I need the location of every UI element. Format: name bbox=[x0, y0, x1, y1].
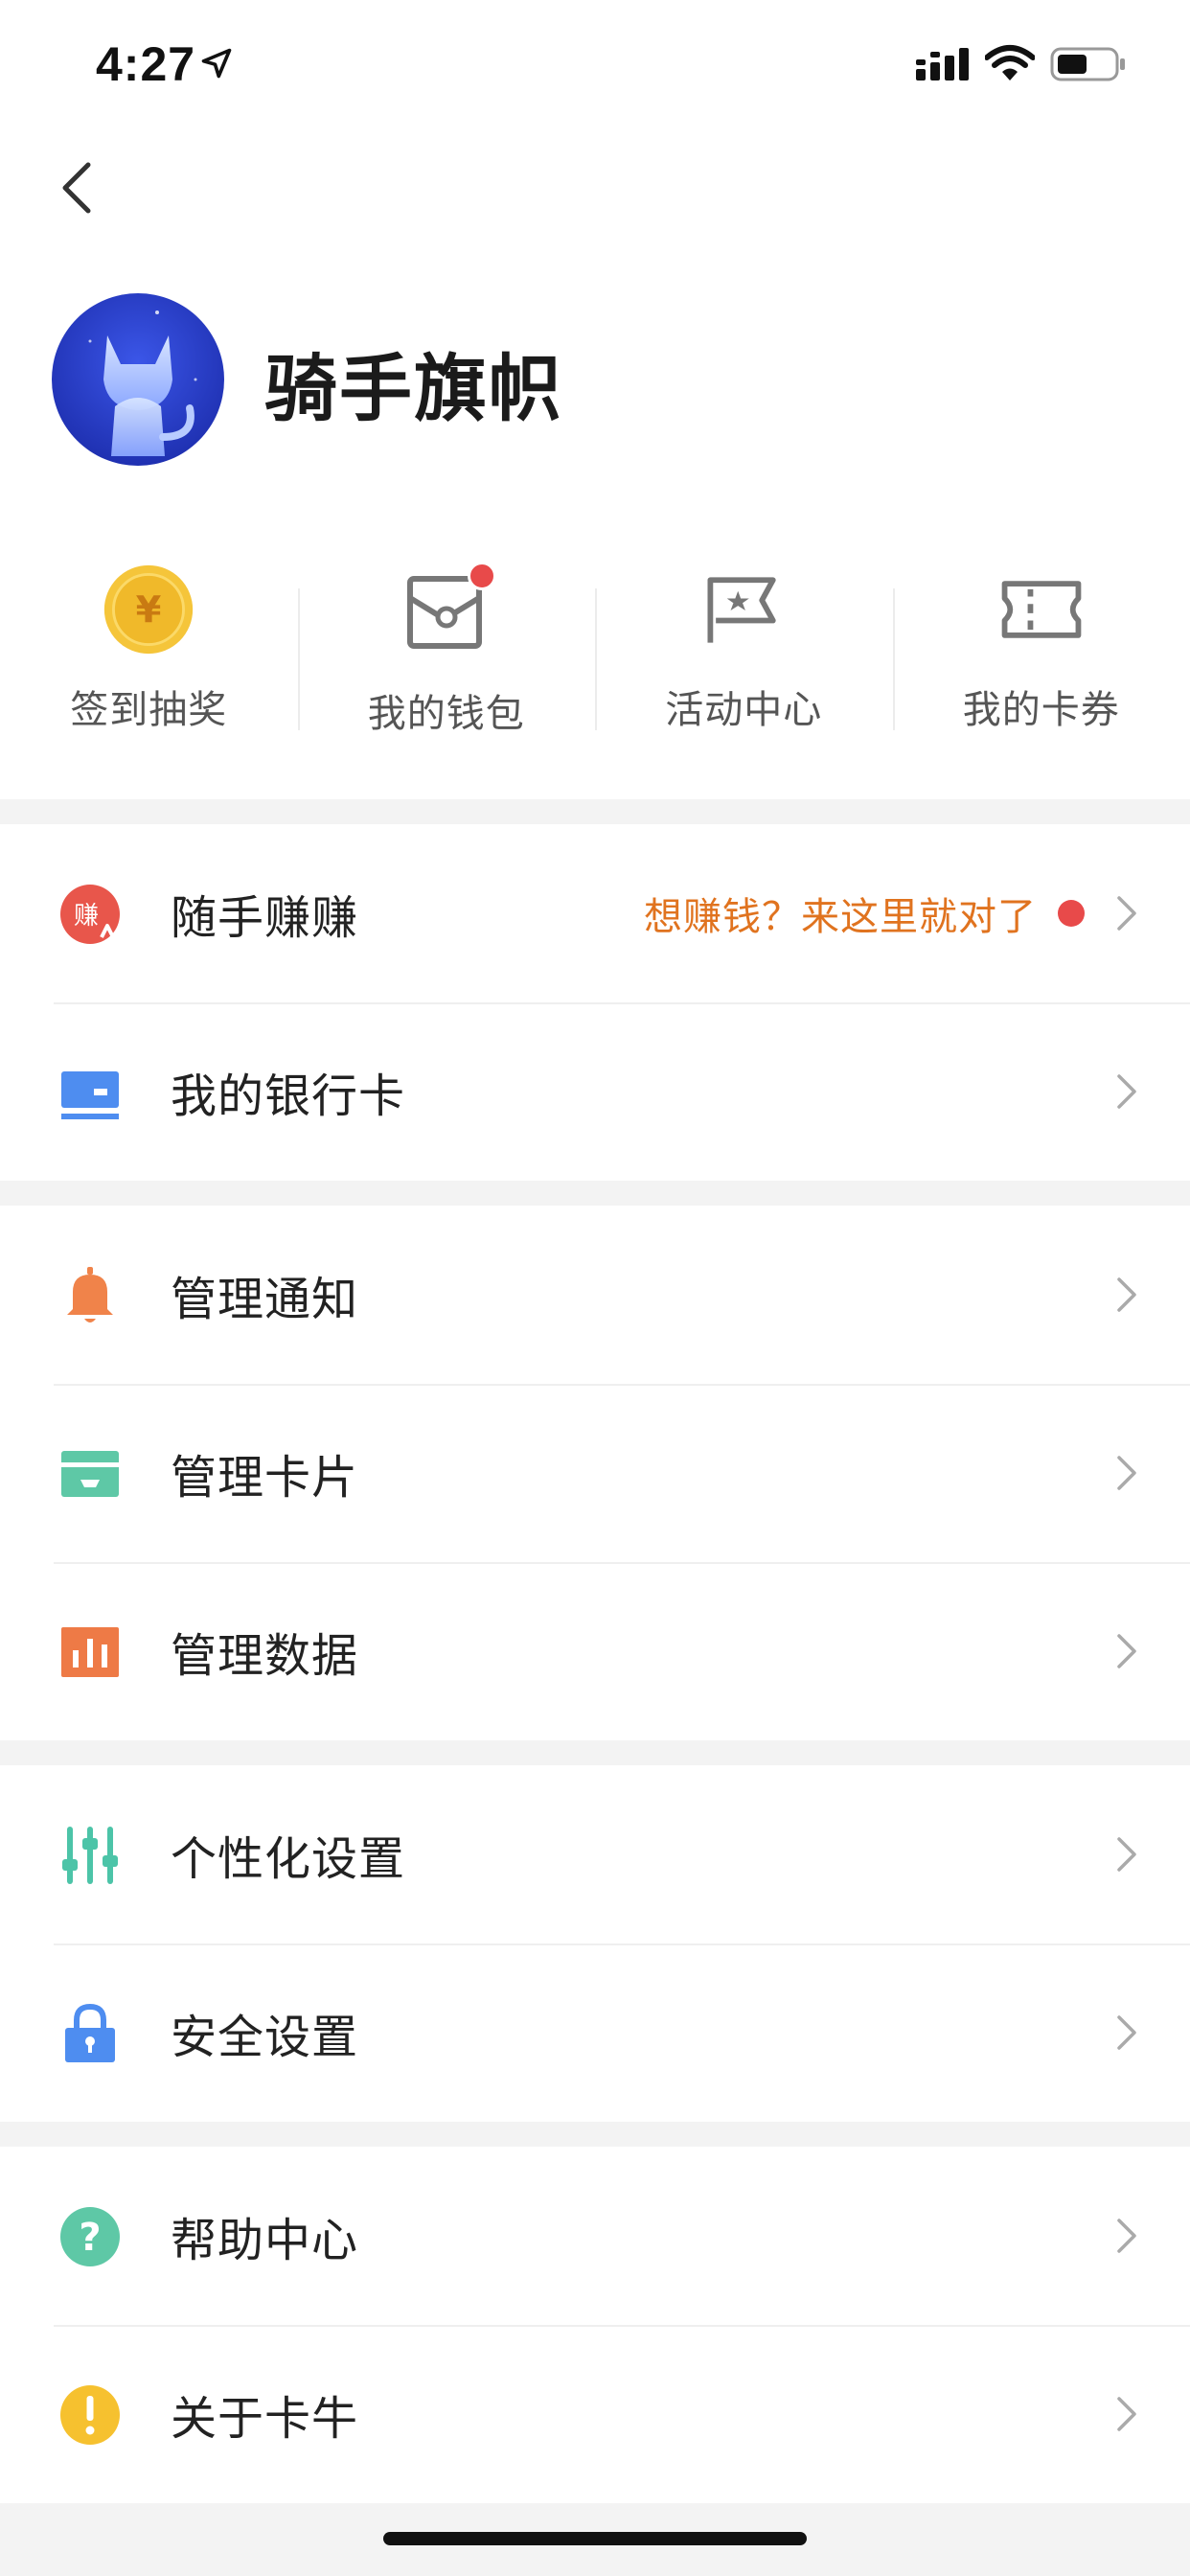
home-indicator[interactable] bbox=[383, 2532, 807, 2545]
svg-text:?: ? bbox=[79, 2216, 101, 2260]
row-personalize[interactable]: 个性化设置 bbox=[0, 1765, 1190, 1944]
row-label: 管理卡片 bbox=[171, 1451, 359, 1505]
section-help: ? 帮助中心 关于卡牛 bbox=[0, 2147, 1190, 2503]
chevron-right-icon bbox=[1117, 1456, 1136, 1490]
section-settings: 个性化设置 安全设置 bbox=[0, 1765, 1190, 2122]
row-label: 关于卡牛 bbox=[171, 2392, 359, 2446]
gold-coin-icon: ¥ bbox=[104, 564, 194, 655]
chevron-right-icon bbox=[1117, 1277, 1136, 1312]
status-time: 4:27 bbox=[96, 37, 196, 91]
earn-icon: 赚 bbox=[60, 885, 120, 944]
svg-text:赚: 赚 bbox=[74, 902, 99, 931]
bell-icon bbox=[67, 1267, 113, 1322]
chevron-right-icon bbox=[1117, 1634, 1136, 1668]
chevron-right-icon bbox=[1117, 1837, 1136, 1872]
profile-name[interactable]: 骑手旗帜 bbox=[264, 330, 563, 435]
bar-chart-icon bbox=[61, 1627, 119, 1677]
cat-avatar-icon bbox=[52, 293, 224, 466]
quick-activity[interactable]: 活动中心 bbox=[595, 562, 893, 734]
exclamation-icon bbox=[60, 2385, 120, 2445]
row-label: 个性化设置 bbox=[171, 1832, 406, 1886]
quick-actions: ¥ 签到抽奖 我的钱包 活动中心 我的卡券 bbox=[0, 562, 1190, 736]
earn-badge bbox=[1058, 900, 1085, 927]
svg-text:¥: ¥ bbox=[136, 588, 162, 632]
row-cards[interactable]: 管理卡片 bbox=[0, 1384, 1190, 1562]
quick-label: 我的卡券 bbox=[962, 688, 1120, 732]
signal-icon bbox=[916, 48, 969, 80]
battery-icon bbox=[1050, 47, 1125, 81]
star-flag-icon bbox=[707, 577, 776, 643]
wifi-icon bbox=[985, 45, 1035, 80]
row-label: 我的银行卡 bbox=[171, 1070, 406, 1123]
location-arrow-icon bbox=[201, 48, 232, 79]
row-data[interactable]: 管理数据 bbox=[0, 1562, 1190, 1740]
back-button[interactable] bbox=[54, 157, 102, 218]
row-bank-card[interactable]: 我的银行卡 bbox=[0, 1002, 1190, 1181]
section-separator bbox=[0, 1740, 1190, 1765]
chevron-right-icon bbox=[1117, 2219, 1136, 2253]
row-earn[interactable]: 赚 随手赚赚 想赚钱？来这里就对了 bbox=[0, 824, 1190, 1002]
row-help[interactable]: ? 帮助中心 bbox=[0, 2147, 1190, 2325]
row-about[interactable]: 关于卡牛 bbox=[0, 2325, 1190, 2503]
quick-label: 签到抽奖 bbox=[70, 688, 228, 732]
row-label: 安全设置 bbox=[171, 2011, 359, 2064]
lock-icon bbox=[65, 2003, 115, 2062]
chevron-right-icon bbox=[1117, 2015, 1136, 2050]
bank-card-icon bbox=[61, 1071, 119, 1119]
quick-checkin[interactable]: ¥ 签到抽奖 bbox=[0, 562, 298, 734]
question-icon: ? bbox=[60, 2207, 120, 2266]
chevron-right-icon bbox=[1117, 2397, 1136, 2431]
row-label: 管理数据 bbox=[171, 1629, 359, 1683]
row-notifications[interactable]: 管理通知 bbox=[0, 1206, 1190, 1384]
earn-promo-text[interactable]: 想赚钱？来这里就对了 bbox=[644, 886, 1037, 941]
avatar[interactable] bbox=[52, 293, 224, 466]
section-separator bbox=[0, 1181, 1190, 1206]
wallet-badge bbox=[467, 562, 496, 590]
ticket-icon bbox=[1001, 581, 1082, 638]
section-earn: 赚 随手赚赚 想赚钱？来这里就对了 我的银行卡 bbox=[0, 824, 1190, 1181]
status-bar: 4:27 bbox=[0, 0, 1190, 126]
section-manage: 管理通知 管理卡片 管理数据 bbox=[0, 1206, 1190, 1740]
row-label: 帮助中心 bbox=[171, 2214, 359, 2267]
quick-label: 我的钱包 bbox=[367, 692, 525, 736]
quick-coupons[interactable]: 我的卡券 bbox=[892, 562, 1190, 734]
row-label: 管理通知 bbox=[171, 1273, 359, 1326]
card-icon bbox=[61, 1451, 119, 1497]
quick-wallet[interactable]: 我的钱包 bbox=[297, 562, 596, 736]
chevron-right-icon bbox=[1117, 1074, 1136, 1109]
chevron-right-icon bbox=[1117, 896, 1136, 931]
row-security[interactable]: 安全设置 bbox=[0, 1944, 1190, 2122]
section-separator bbox=[0, 2122, 1190, 2147]
row-label: 随手赚赚 bbox=[171, 891, 359, 945]
quick-label: 活动中心 bbox=[665, 688, 823, 732]
sliders-icon bbox=[62, 1827, 118, 1884]
section-separator bbox=[0, 799, 1190, 824]
